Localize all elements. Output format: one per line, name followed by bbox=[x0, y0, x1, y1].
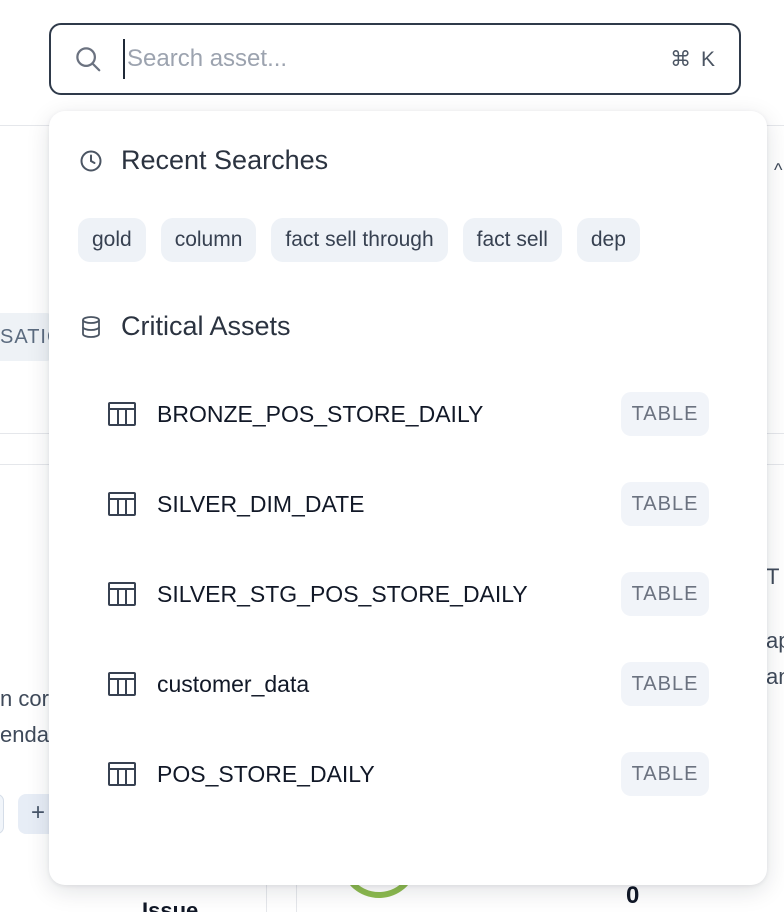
table-icon bbox=[108, 492, 136, 516]
asset-row[interactable]: POS_STORE_DAILY TABLE bbox=[49, 729, 767, 819]
asset-type-badge: TABLE bbox=[621, 752, 709, 796]
table-icon bbox=[108, 762, 136, 786]
asset-type-badge: TABLE bbox=[621, 392, 709, 436]
asset-row[interactable]: SILVER_STG_POS_STORE_DAILY TABLE bbox=[49, 549, 767, 639]
asset-row[interactable]: SILVER_DIM_DATE TABLE bbox=[49, 459, 767, 549]
asset-row[interactable]: BRONZE_POS_STORE_DAILY TABLE bbox=[49, 369, 767, 459]
asset-name: POS_STORE_DAILY bbox=[157, 760, 375, 787]
search-box[interactable]: ⌘ K bbox=[49, 23, 741, 95]
caret-icon: ^ bbox=[774, 160, 783, 180]
recent-search-chip[interactable]: dep bbox=[576, 218, 640, 262]
database-icon bbox=[82, 315, 100, 338]
background-badge: SATIC bbox=[0, 313, 54, 361]
background-button[interactable] bbox=[0, 794, 4, 834]
asset-type-badge: TABLE bbox=[621, 662, 709, 706]
search-icon bbox=[76, 47, 101, 72]
asset-type-badge: TABLE bbox=[621, 482, 709, 526]
asset-name: SILVER_STG_POS_STORE_DAILY bbox=[157, 580, 528, 607]
recent-search-chip[interactable]: gold bbox=[78, 218, 146, 262]
table-icon bbox=[108, 402, 136, 426]
asset-name: customer_data bbox=[157, 670, 310, 697]
background-text: ap bbox=[766, 628, 784, 653]
clock-icon bbox=[80, 150, 102, 171]
critical-assets-list: BRONZE_POS_STORE_DAILY TABLE SILVER_DIM_… bbox=[49, 369, 767, 819]
recent-search-chip[interactable]: fact sell bbox=[462, 218, 562, 262]
table-icon bbox=[108, 582, 136, 606]
background-text: T bbox=[766, 564, 780, 589]
critical-assets-header: Critical Assets bbox=[79, 311, 291, 342]
recent-searches-list: gold column fact sell through fact sell … bbox=[78, 218, 640, 262]
asset-row[interactable]: customer_data TABLE bbox=[49, 639, 767, 729]
recent-search-chip[interactable]: column bbox=[160, 218, 257, 262]
search-dropdown: Recent Searches gold column fact sell th… bbox=[49, 111, 767, 885]
count-value: 0 bbox=[626, 882, 640, 909]
asset-name: SILVER_DIM_DATE bbox=[157, 490, 365, 517]
search-input[interactable] bbox=[123, 39, 671, 79]
background-text: an bbox=[766, 664, 784, 689]
critical-assets-title: Critical Assets bbox=[121, 311, 291, 341]
recent-search-chip[interactable]: fact sell through bbox=[271, 218, 448, 262]
table-icon bbox=[108, 672, 136, 696]
keyboard-shortcut-hint: ⌘ K bbox=[670, 47, 717, 71]
recent-searches-title: Recent Searches bbox=[121, 145, 329, 175]
asset-type-badge: TABLE bbox=[621, 572, 709, 616]
background-text: Issue bbox=[142, 898, 199, 912]
asset-name: BRONZE_POS_STORE_DAILY bbox=[157, 400, 484, 427]
recent-searches-header: Recent Searches bbox=[79, 145, 328, 176]
